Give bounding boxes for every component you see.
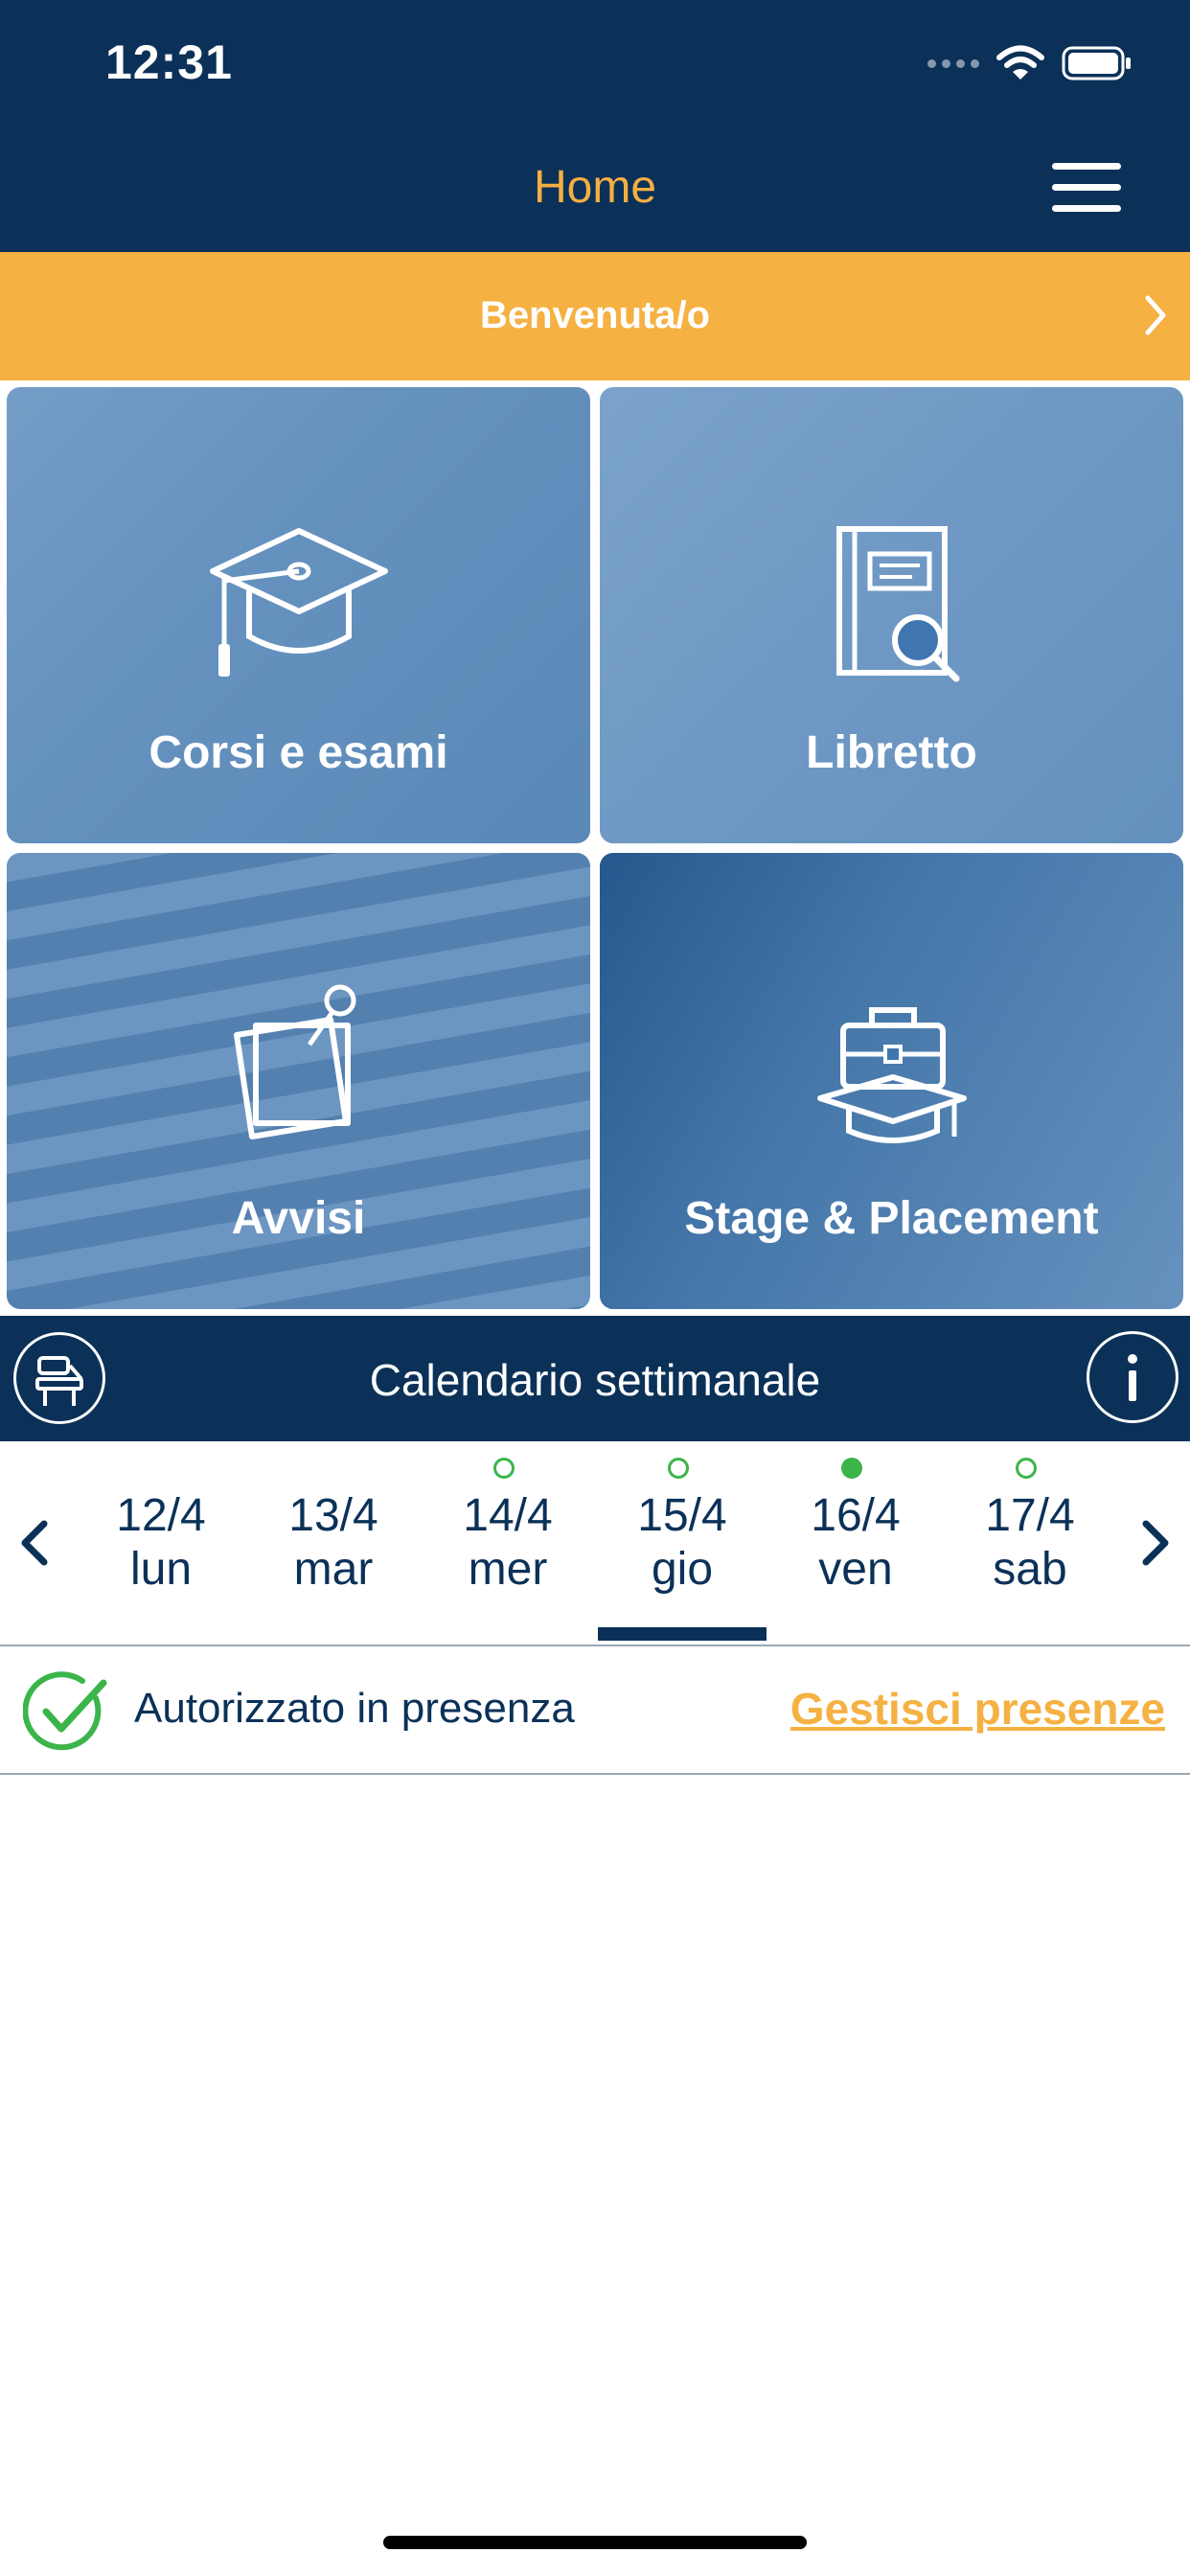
presence-row: Autorizzato in presenza Gestisci presenz… xyxy=(0,1646,1190,1775)
briefcase-cap-icon xyxy=(816,1007,967,1143)
tile-label: Avvisi xyxy=(231,1193,366,1244)
calendar-title: Calendario settimanale xyxy=(369,1355,821,1405)
tile-label: Stage & Placement xyxy=(684,1193,1099,1244)
day-date: 14/4 xyxy=(463,1490,553,1541)
welcome-label: Benvenuta/o xyxy=(479,294,711,336)
day-name: mer xyxy=(468,1544,548,1595)
wifi-icon xyxy=(996,45,1044,80)
day-date: 16/4 xyxy=(811,1490,901,1541)
tile-libretto[interactable]: Libretto xyxy=(600,387,1183,843)
check-circle-icon xyxy=(23,1671,107,1751)
chevron-right-icon[interactable] xyxy=(1125,1514,1182,1572)
day-date: 15/4 xyxy=(637,1490,727,1541)
day-name: lun xyxy=(129,1544,193,1595)
day-date: 17/4 xyxy=(985,1490,1075,1541)
week-day-selector: 12/4 lun 13/4 mar 14/4 mer 15/4 gio 16/4… xyxy=(0,1441,1190,1646)
manage-presences-link[interactable]: Gestisci presenze xyxy=(790,1683,1165,1735)
day-12-4[interactable]: 12/4 lun xyxy=(75,1441,247,1644)
tile-corsi-esami[interactable]: Corsi e esami xyxy=(7,387,590,843)
event-indicator-outline xyxy=(493,1458,515,1479)
home-indicator[interactable] xyxy=(383,2536,807,2549)
chevron-right-icon xyxy=(1145,295,1166,335)
day-17-4[interactable]: 17/4 sab xyxy=(944,1441,1116,1644)
status-time: 12:31 xyxy=(105,35,233,89)
event-indicator-filled xyxy=(841,1458,862,1479)
day-date: 12/4 xyxy=(116,1490,206,1541)
day-name: gio xyxy=(651,1544,714,1595)
day-date: 13/4 xyxy=(288,1490,378,1541)
day-15-4-selected[interactable]: 15/4 gio xyxy=(596,1441,768,1644)
booklet-search-icon xyxy=(835,526,959,682)
graduation-cap-icon xyxy=(209,528,388,677)
chevron-left-icon[interactable] xyxy=(8,1514,65,1572)
tile-avvisi[interactable]: Avvisi xyxy=(7,853,590,1309)
tile-label: Corsi e esami xyxy=(149,727,448,778)
day-name: mar xyxy=(293,1544,374,1595)
selected-day-underline xyxy=(598,1627,767,1641)
cell-signal-icon xyxy=(927,58,979,68)
day-16-4[interactable]: 16/4 ven xyxy=(769,1441,942,1644)
day-name: ven xyxy=(818,1544,893,1595)
page-title: Home xyxy=(533,162,657,213)
info-icon[interactable] xyxy=(1087,1331,1179,1423)
welcome-banner[interactable]: Benvenuta/o xyxy=(0,252,1190,380)
app-header: 12:31 Home xyxy=(0,0,1190,252)
calendar-bar: Calendario settimanale xyxy=(0,1316,1190,1441)
event-indicator-outline xyxy=(1016,1458,1037,1479)
tile-label: Libretto xyxy=(806,727,977,778)
tile-stage-placement[interactable]: Stage & Placement xyxy=(600,853,1183,1309)
hamburger-menu-icon[interactable] xyxy=(1050,161,1123,215)
notice-pin-icon xyxy=(233,984,355,1139)
event-indicator-outline xyxy=(668,1458,689,1479)
day-name: sab xyxy=(993,1544,1067,1595)
status-icons xyxy=(927,42,1133,84)
day-14-4[interactable]: 14/4 mer xyxy=(422,1441,594,1644)
presence-status-text: Autorizzato in presenza xyxy=(134,1685,575,1732)
battery-icon xyxy=(1062,46,1131,80)
day-13-4[interactable]: 13/4 mar xyxy=(247,1441,420,1644)
